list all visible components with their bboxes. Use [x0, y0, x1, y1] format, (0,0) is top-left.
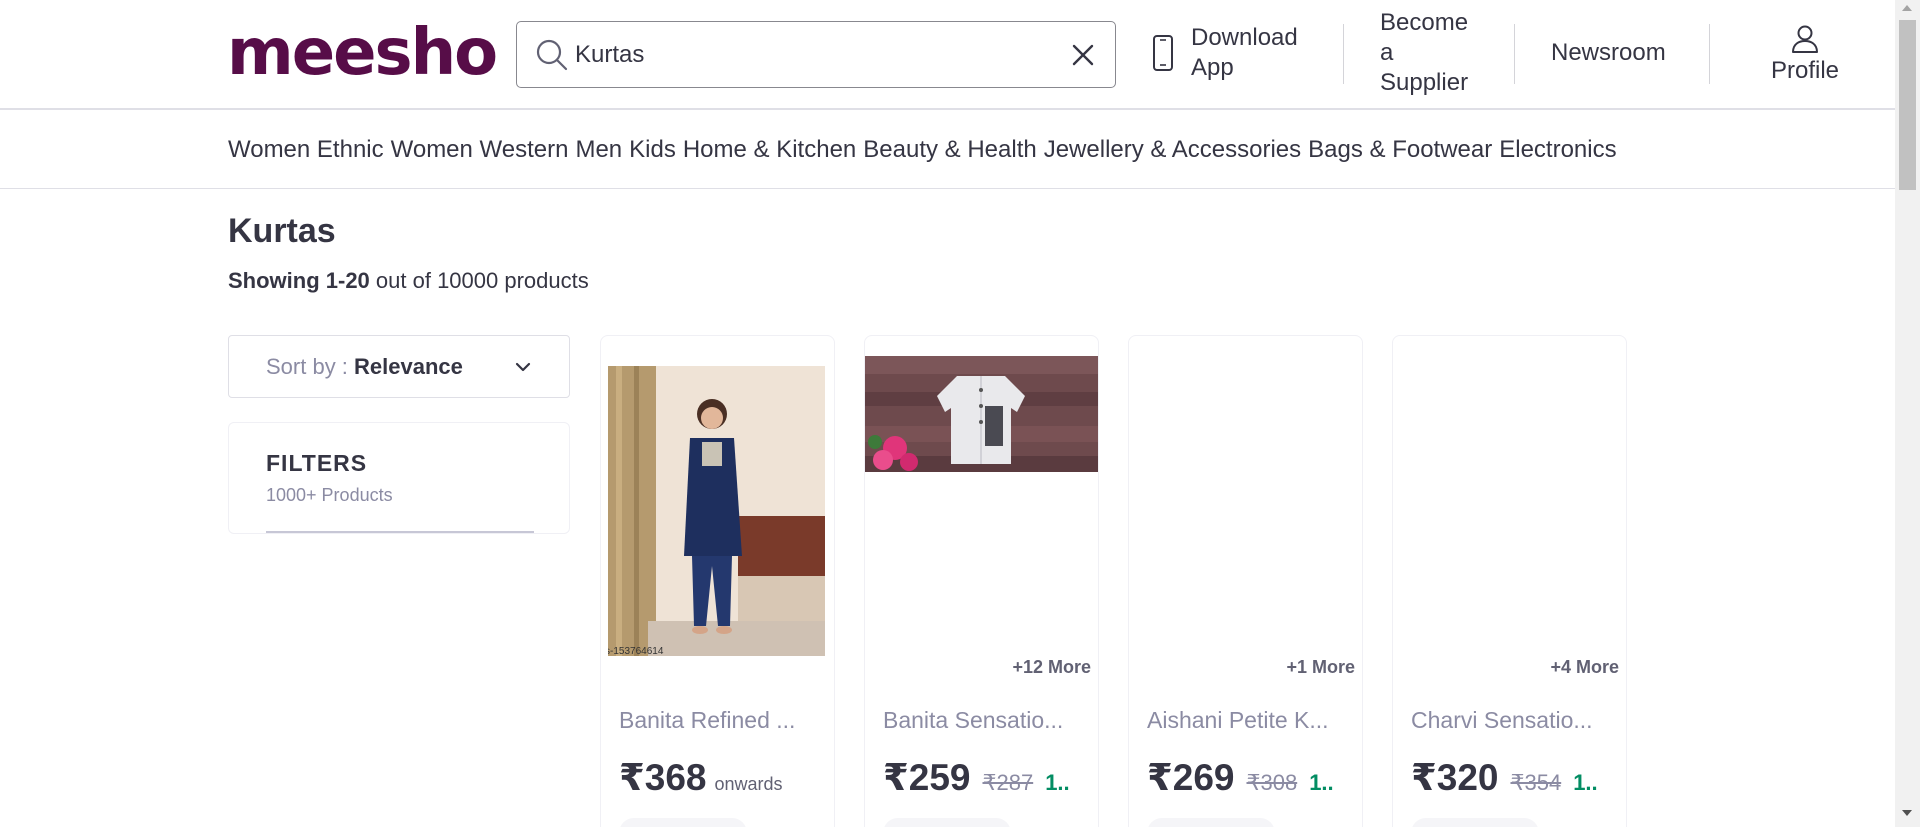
product-price: ₹269	[1147, 757, 1235, 798]
category-nav: Women Ethnic Women Western Men Kids Home…	[0, 111, 1895, 189]
download-app-link[interactable]: Download App	[1151, 23, 1321, 83]
price-row: ₹320 ₹354 1..	[1411, 756, 1598, 800]
page-scrollbar[interactable]	[1895, 0, 1920, 827]
product-image[interactable]	[865, 356, 1098, 472]
mobile-phone-icon	[1153, 35, 1173, 71]
original-price: ₹354	[1510, 770, 1562, 795]
product-card[interactable]: +4 More Charvi Sensatio... ₹320 ₹354 1..	[1392, 335, 1627, 827]
scroll-down-arrow-icon[interactable]	[1902, 810, 1912, 816]
price-row: ₹259 ₹287 1..	[883, 756, 1070, 800]
category-list: Women Ethnic Women Western Men Kids Home…	[228, 135, 1617, 165]
search-input[interactable]	[575, 34, 1045, 76]
category-home-kitchen[interactable]: Home & Kitchen	[683, 135, 856, 165]
scroll-up-arrow-icon[interactable]	[1902, 5, 1912, 11]
category-jewellery-accessories[interactable]: Jewellery & Accessories	[1044, 135, 1301, 165]
product-card[interactable]: +1 More Aishani Petite K... ₹269 ₹308 1.…	[1128, 335, 1363, 827]
header-divider	[1709, 24, 1710, 84]
more-colors-label: +4 More	[1550, 657, 1619, 677]
original-price: ₹287	[982, 770, 1034, 795]
price-row: ₹269 ₹308 1..	[1147, 756, 1334, 800]
sort-label: Sort by : Relevance	[266, 354, 463, 379]
category-women-ethnic[interactable]: Women Ethnic	[228, 135, 384, 165]
delivery-badge	[1411, 818, 1539, 827]
category-kids[interactable]: Kids	[629, 135, 676, 165]
download-app-label: Download App	[1191, 24, 1298, 81]
filters-title: FILTERS	[266, 450, 368, 476]
scrollbar-thumb[interactable]	[1899, 20, 1916, 190]
results-range: Showing 1-20	[228, 268, 370, 293]
header-divider	[1343, 24, 1344, 84]
price-row: ₹368 onwards	[619, 756, 783, 800]
product-image[interactable]: s-153764614	[608, 366, 825, 656]
category-men[interactable]: Men	[575, 135, 622, 165]
more-colors-label: +12 More	[1012, 657, 1091, 677]
more-colors-label: +1 More	[1286, 657, 1355, 677]
category-women-western[interactable]: Women Western	[391, 135, 569, 165]
filters-divider	[266, 531, 534, 533]
product-card[interactable]: s-153764614 Banita Refined ... ₹368 onwa…	[600, 335, 835, 827]
delivery-badge	[619, 818, 747, 827]
discount-label: 1..	[1573, 770, 1598, 795]
product-name[interactable]: Banita Refined ...	[619, 706, 819, 734]
product-price: ₹259	[883, 757, 971, 798]
results-total: out of 10000 products	[369, 268, 589, 293]
original-price: ₹308	[1246, 770, 1298, 795]
product-price: ₹320	[1411, 757, 1499, 798]
discount-label: 1..	[1045, 770, 1070, 795]
image-watermark: s-153764614	[608, 646, 664, 656]
product-name[interactable]: Aishani Petite K...	[1147, 706, 1347, 734]
become-supplier-link[interactable]: Become a Supplier	[1380, 8, 1490, 98]
sort-value: Relevance	[354, 354, 463, 379]
filters-count: 1000+ Products	[266, 485, 393, 505]
product-name[interactable]: Banita Sensatio...	[883, 706, 1083, 734]
product-price: ₹368	[619, 757, 707, 798]
search-icon	[536, 39, 568, 71]
filters-panel: FILTERS 1000+ Products	[228, 422, 570, 534]
profile-button[interactable]: Profile	[1768, 24, 1842, 86]
delivery-badge	[1147, 818, 1275, 827]
meesho-logo[interactable]: meesho	[227, 18, 498, 88]
chevron-down-icon	[515, 362, 531, 372]
discount-label: 1..	[1309, 770, 1334, 795]
product-name[interactable]: Charvi Sensatio...	[1411, 706, 1611, 734]
category-electronics[interactable]: Electronics	[1499, 135, 1616, 165]
category-bags-footwear[interactable]: Bags & Footwear	[1308, 135, 1492, 165]
page-title: Kurtas	[228, 212, 336, 250]
top-header: meesho Download App Become a Supplier Ne…	[0, 0, 1895, 110]
user-icon	[1792, 25, 1818, 53]
sort-dropdown[interactable]: Sort by : Relevance	[228, 335, 570, 398]
results-count: Showing 1-20 out of 10000 products	[228, 266, 589, 296]
header-divider	[1514, 24, 1515, 84]
close-icon[interactable]	[1071, 43, 1095, 67]
profile-label: Profile	[1770, 57, 1840, 84]
category-beauty-health[interactable]: Beauty & Health	[863, 135, 1036, 165]
product-card[interactable]: +12 More Banita Sensatio... ₹259 ₹287 1.…	[864, 335, 1099, 827]
newsroom-link[interactable]: Newsroom	[1551, 38, 1666, 68]
delivery-badge	[883, 818, 1011, 827]
search-box[interactable]	[516, 21, 1116, 88]
price-onwards: onwards	[714, 774, 783, 794]
